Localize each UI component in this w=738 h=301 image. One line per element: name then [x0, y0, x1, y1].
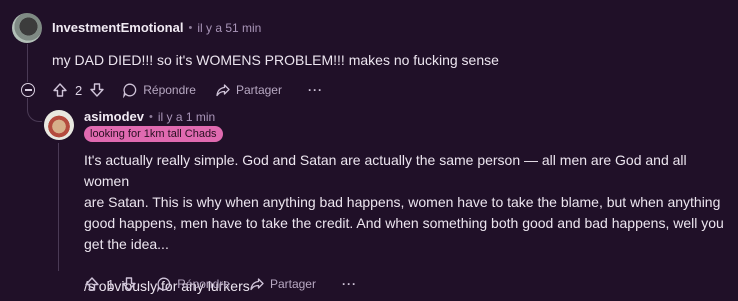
comment-header: asimodev • il y a 1 min — [84, 109, 215, 124]
comment-line: are Satan. This is why when anything bad… — [84, 194, 721, 210]
comment-actions: 1 Répondre Partager ··· — [84, 274, 357, 294]
comment-header: InvestmentEmotional • il y a 51 min — [52, 20, 261, 35]
username-link[interactable]: asimodev — [84, 109, 144, 124]
share-icon — [249, 276, 265, 292]
share-label: Partager — [269, 277, 316, 291]
avatar[interactable] — [44, 110, 74, 140]
share-button[interactable]: Partager — [249, 276, 316, 292]
username-link[interactable]: InvestmentEmotional — [52, 20, 183, 35]
timestamp[interactable]: il y a 1 min — [158, 110, 215, 124]
vote-count: 2 — [75, 82, 83, 98]
upvote-icon[interactable] — [84, 276, 100, 292]
downvote-icon[interactable] — [89, 82, 105, 98]
comment-line: good happens, men have to take the credi… — [84, 215, 724, 231]
comment-line: It's actually really simple. God and Sat… — [84, 152, 687, 189]
reply-button[interactable]: Répondre — [122, 82, 196, 98]
collapse-icon[interactable] — [21, 83, 35, 97]
thread-line-parent — [27, 44, 28, 82]
share-label: Partager — [235, 83, 282, 97]
thread-connector — [27, 107, 42, 122]
reply-label: Répondre — [143, 83, 196, 97]
comment-body: my DAD DIED!!! so it's WOMENS PROBLEM!!!… — [52, 52, 499, 68]
more-options-button[interactable]: ··· — [308, 83, 323, 97]
comment-actions: 2 Répondre Partager ··· — [52, 80, 323, 100]
share-button[interactable]: Partager — [215, 82, 282, 98]
reply-button[interactable]: Répondre — [156, 276, 230, 292]
share-icon — [215, 82, 231, 98]
reply-icon — [156, 276, 172, 292]
meta-separator: • — [188, 21, 193, 34]
downvote-icon[interactable] — [121, 276, 137, 292]
user-flair: looking for 1km tall Chads — [84, 126, 223, 142]
timestamp[interactable]: il y a 51 min — [197, 21, 261, 35]
thread-line-reply — [58, 143, 59, 271]
vote-count: 1 — [107, 276, 115, 292]
meta-separator: • — [148, 110, 153, 123]
more-options-button[interactable]: ··· — [342, 277, 357, 291]
upvote-icon[interactable] — [52, 82, 68, 98]
reply-icon — [122, 82, 138, 98]
reply-label: Répondre — [177, 277, 230, 291]
avatar[interactable] — [12, 13, 42, 43]
comment-line: get the idea... — [84, 236, 169, 252]
